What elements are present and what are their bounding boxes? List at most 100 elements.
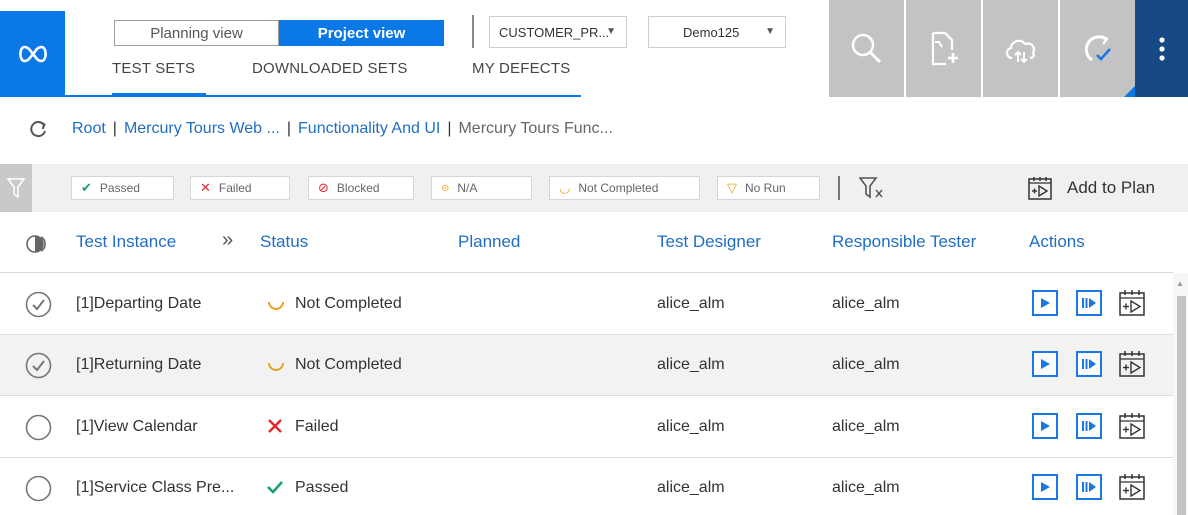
run-next-button[interactable] (1076, 290, 1102, 316)
project-dropdown-value: CUSTOMER_PR... (499, 24, 610, 40)
active-tab-indicator (112, 93, 206, 97)
add-to-plan-icon[interactable] (1117, 472, 1147, 502)
test-instance-name[interactable]: [1]View Calendar (76, 418, 198, 436)
x-icon (268, 419, 282, 433)
run-next-button[interactable] (1076, 474, 1102, 500)
server-dropdown-value: Demo125 (683, 24, 740, 40)
test-instance-name[interactable]: [1]Returning Date (76, 356, 201, 374)
view-toggle: Planning view Project view (114, 20, 444, 46)
not-completed-icon: ◡ (559, 180, 571, 195)
column-header-actions: Actions (1029, 232, 1085, 251)
checked-circle-icon[interactable] (25, 352, 52, 379)
select-all-toggle-icon[interactable] (26, 234, 50, 254)
test-designer-value: alice_alm (657, 295, 725, 312)
tab-test-sets[interactable]: TEST SETS (112, 60, 195, 77)
filter-chip-label: Passed (99, 181, 140, 195)
status-filter-bar: ✔ Passed ✕ Failed ⊘ Blocked ⊝ N/A ◡ Not … (0, 164, 1188, 212)
column-header-test-designer[interactable]: Test Designer (657, 232, 761, 252)
add-to-plan-icon (1028, 177, 1052, 200)
filter-chip-label: No Run (745, 181, 786, 195)
column-header-responsible-tester[interactable]: Responsible Tester (832, 232, 976, 252)
refresh-icon[interactable] (28, 119, 48, 139)
column-header-planned[interactable]: Planned (458, 232, 520, 252)
project-dropdown[interactable]: CUSTOMER_PR... ▼ (489, 16, 627, 48)
infinity-logo-icon (18, 45, 47, 63)
filter-chip-na[interactable]: ⊝ N/A (431, 176, 532, 200)
planning-view-button[interactable]: Planning view (114, 20, 279, 46)
add-document-icon (931, 31, 958, 65)
checked-circle-icon[interactable] (25, 291, 52, 318)
filter-chip-blocked[interactable]: ⊘ Blocked (308, 176, 414, 200)
breadcrumb-mercury-tours-web[interactable]: Mercury Tours Web ... (124, 120, 280, 138)
test-designer-value: alice_alm (657, 418, 725, 435)
funnel-icon (7, 178, 25, 199)
breadcrumb-current: Mercury Tours Func... (458, 120, 613, 137)
not-completed-icon (268, 301, 284, 310)
scroll-up-arrow-icon[interactable]: ▲ (1176, 279, 1184, 288)
run-next-button[interactable] (1076, 351, 1102, 377)
search-button[interactable] (829, 0, 904, 97)
unchecked-circle-icon[interactable] (25, 414, 52, 441)
unchecked-circle-icon[interactable] (25, 475, 52, 502)
corner-indicator (1124, 86, 1135, 97)
server-dropdown[interactable]: Demo125 ▼ (648, 16, 786, 48)
tab-downloaded-sets[interactable]: DOWNLOADED SETS (252, 60, 408, 77)
filter-chip-label: Blocked (336, 181, 380, 195)
refresh-check-icon (1084, 34, 1111, 61)
breadcrumb-root[interactable]: Root (72, 120, 106, 138)
clear-filter-icon[interactable] (859, 176, 885, 200)
breadcrumb-separator: | (286, 120, 292, 137)
blocked-icon: ⊘ (318, 180, 329, 195)
responsible-tester-value: alice_alm (832, 418, 900, 435)
table-row[interactable]: [1]View Calendar Failed alice_alm alice_alm (0, 397, 1173, 458)
filter-toggle[interactable] (0, 164, 32, 212)
no-run-icon: ▽ (727, 180, 737, 195)
add-to-plan-button[interactable]: Add to Plan (1027, 174, 1155, 202)
filter-chip-failed[interactable]: ✕ Failed (190, 176, 290, 200)
chevron-down-icon: ▼ (606, 26, 616, 37)
add-to-plan-icon[interactable] (1117, 288, 1147, 318)
filter-chip-no-run[interactable]: ▽ No Run (717, 176, 820, 200)
table-row[interactable]: [1]Departing Date Not Completed alice_alm a… (0, 274, 1173, 335)
project-view-button[interactable]: Project view (279, 20, 444, 46)
add-document-button[interactable] (906, 0, 981, 97)
na-icon: ⊝ (441, 182, 450, 194)
run-next-button[interactable] (1076, 413, 1102, 439)
filter-chip-not-completed[interactable]: ◡ Not Completed (549, 176, 700, 200)
column-header-status[interactable]: Status (260, 232, 308, 252)
cloud-sync-button[interactable] (983, 0, 1058, 97)
breadcrumb-functionality-and-ui[interactable]: Functionality And UI (298, 120, 440, 138)
run-button[interactable] (1032, 290, 1058, 316)
test-instance-name[interactable]: [1]Departing Date (76, 295, 201, 313)
run-button[interactable] (1032, 351, 1058, 377)
run-button[interactable] (1032, 413, 1058, 439)
expand-columns-icon[interactable]: » (222, 229, 233, 252)
more-menu-button[interactable] (1135, 0, 1188, 97)
breadcrumb-separator: | (447, 120, 452, 137)
check-icon: ✔ (81, 180, 92, 195)
table-row[interactable]: [1]Returning Date Not Completed alice_alm a… (0, 335, 1173, 396)
responsible-tester-value: alice_alm (832, 356, 900, 373)
not-completed-icon (268, 362, 284, 371)
tab-my-defects[interactable]: MY DEFECTS (472, 60, 570, 77)
chevron-down-icon: ▼ (765, 26, 775, 37)
step-play-icon (1082, 359, 1096, 369)
add-to-plan-icon[interactable] (1117, 411, 1147, 441)
responsible-tester-value: alice_alm (832, 479, 900, 496)
column-header-test-instance[interactable]: Test Instance (76, 232, 176, 252)
test-instance-name[interactable]: [1]Service Class Pre... (76, 479, 234, 497)
add-to-plan-icon[interactable] (1117, 349, 1147, 379)
table-header: Test Instance » Status Planned Test Desi… (0, 220, 1173, 273)
cloud-sync-icon (1005, 39, 1035, 63)
scrollbar-thumb[interactable] (1177, 296, 1186, 515)
play-icon (1041, 298, 1050, 308)
refresh-check-button[interactable] (1060, 0, 1135, 97)
check-icon (267, 481, 283, 494)
test-designer-value: alice_alm (657, 479, 725, 496)
app-logo[interactable] (0, 11, 65, 97)
filter-chip-passed[interactable]: ✔ Passed (71, 176, 174, 200)
breadcrumb-separator: | (112, 120, 117, 137)
test-designer-value: alice_alm (657, 356, 725, 373)
run-button[interactable] (1032, 474, 1058, 500)
table-row[interactable]: [1]Service Class Pre... Passed alice_alm al… (0, 458, 1173, 515)
